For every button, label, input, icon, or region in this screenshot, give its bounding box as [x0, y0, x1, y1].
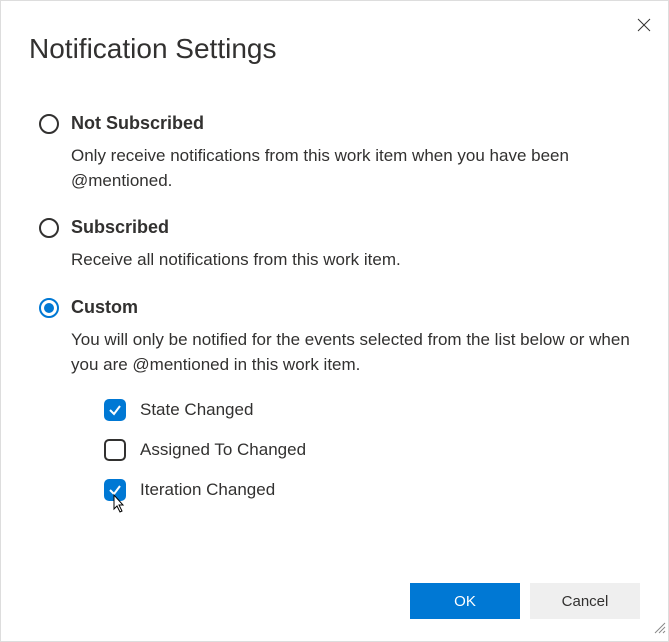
option-custom[interactable]: Custom You will only be notified for the…	[39, 297, 640, 519]
option-label: Subscribed	[71, 217, 640, 238]
ok-button[interactable]: OK	[410, 583, 520, 619]
options-group: Not Subscribed Only receive notification…	[29, 113, 640, 519]
check-icon	[108, 403, 122, 417]
checkbox-label: Iteration Changed	[140, 480, 275, 500]
checkbox-iteration-changed[interactable]: Iteration Changed	[104, 479, 640, 501]
option-not-subscribed[interactable]: Not Subscribed Only receive notification…	[39, 113, 640, 193]
resize-grip[interactable]	[652, 620, 666, 639]
dialog-footer: OK Cancel	[410, 583, 640, 619]
option-subscribed[interactable]: Subscribed Receive all notifications fro…	[39, 217, 640, 273]
notification-settings-dialog: Notification Settings Not Subscribed Onl…	[1, 1, 668, 641]
checkbox-label: Assigned To Changed	[140, 440, 306, 460]
radio-subscribed[interactable]	[39, 218, 59, 238]
checkbox-input[interactable]	[104, 439, 126, 461]
option-label: Custom	[71, 297, 640, 318]
checkbox-state-changed[interactable]: State Changed	[104, 399, 640, 421]
option-description: Only receive notifications from this wor…	[71, 144, 640, 193]
checkbox-assigned-to-changed[interactable]: Assigned To Changed	[104, 439, 640, 461]
check-icon	[108, 483, 122, 497]
dialog-title: Notification Settings	[29, 33, 640, 65]
radio-custom[interactable]	[39, 298, 59, 318]
option-description: Receive all notifications from this work…	[71, 248, 640, 273]
checkbox-label: State Changed	[140, 400, 253, 420]
radio-not-subscribed[interactable]	[39, 114, 59, 134]
close-icon	[636, 17, 652, 33]
checkbox-input[interactable]	[104, 479, 126, 501]
option-description: You will only be notified for the events…	[71, 328, 640, 377]
close-button[interactable]	[634, 15, 654, 35]
custom-events-list: State Changed Assigned To Changed Iterat…	[71, 399, 640, 501]
cancel-button[interactable]: Cancel	[530, 583, 640, 619]
option-label: Not Subscribed	[71, 113, 640, 134]
checkbox-input[interactable]	[104, 399, 126, 421]
